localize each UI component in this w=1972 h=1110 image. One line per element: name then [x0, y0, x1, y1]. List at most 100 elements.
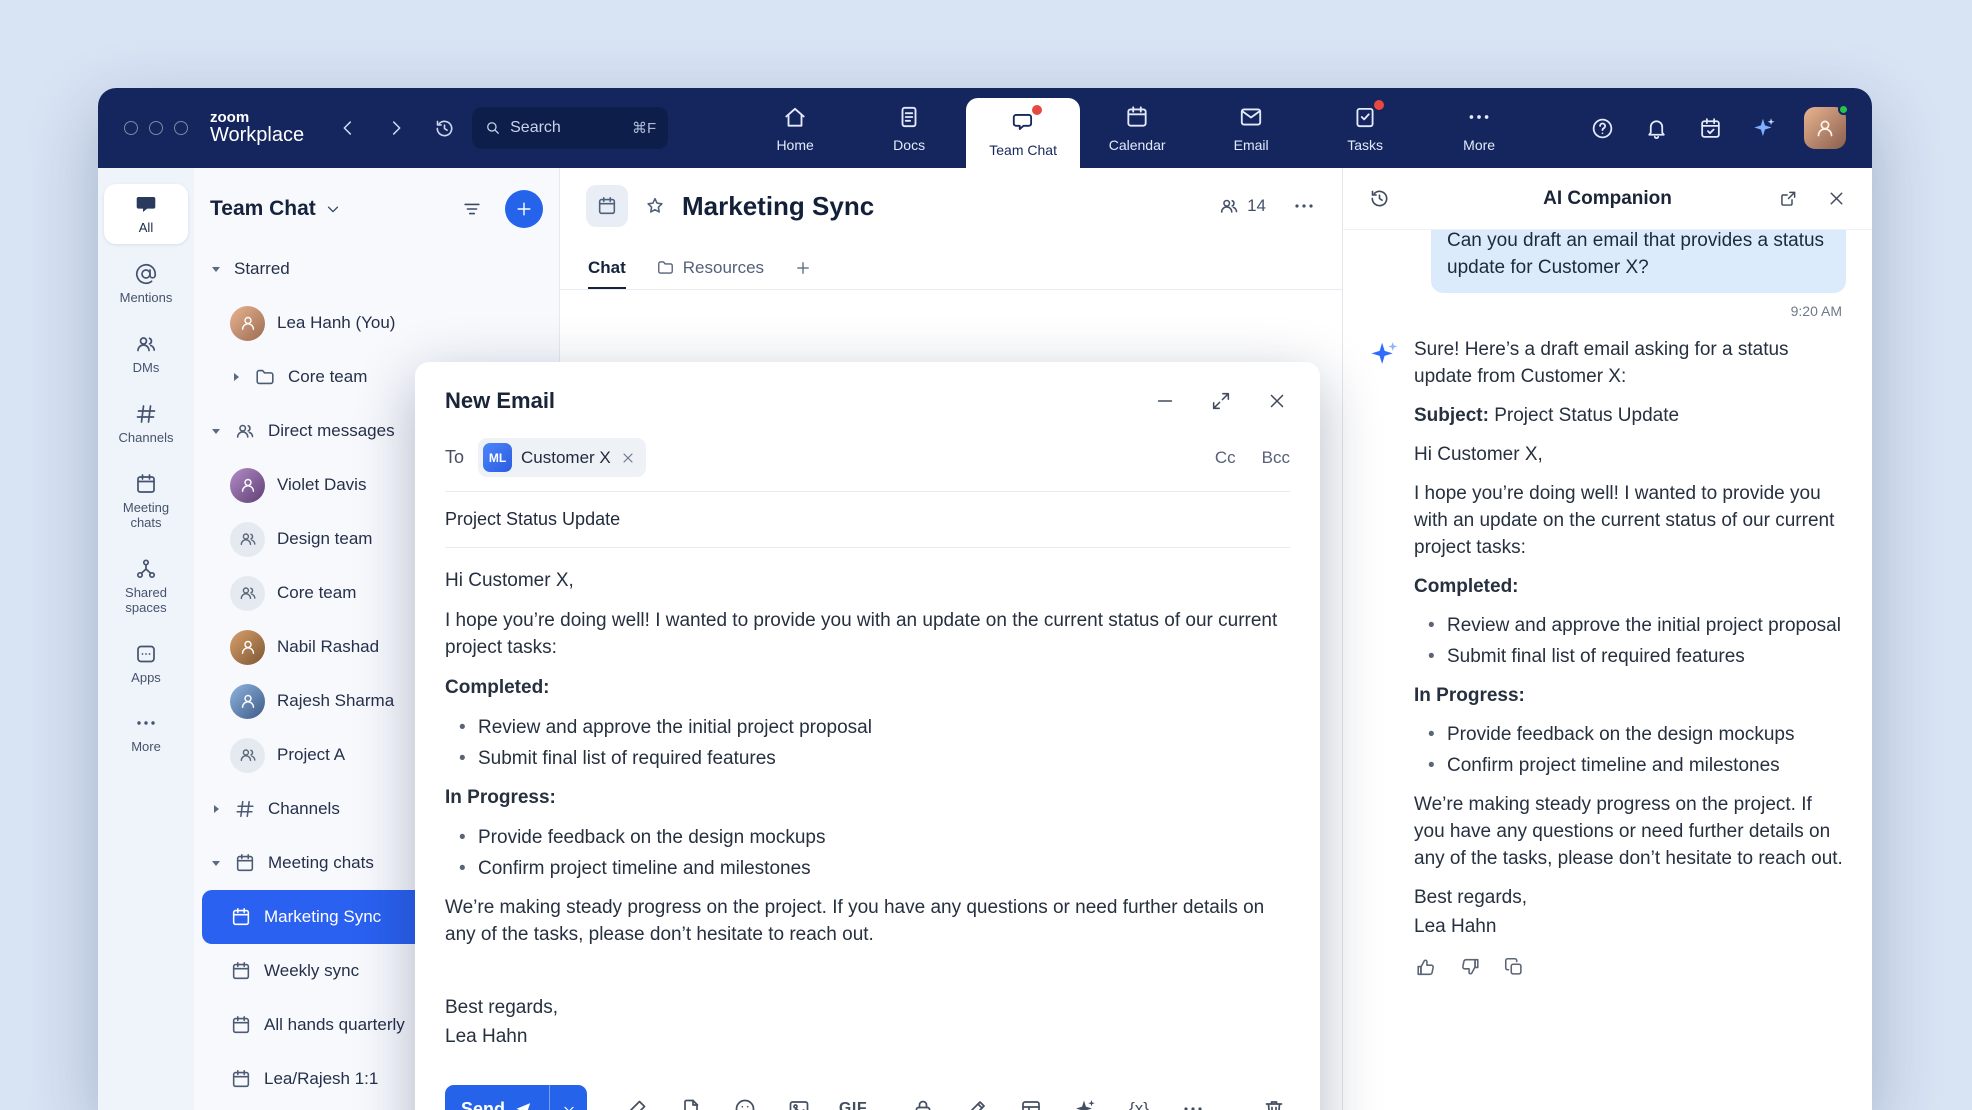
- chat-item-name: Lea Hanh (You): [277, 313, 395, 333]
- avatar: [230, 684, 265, 719]
- filter-button[interactable]: [457, 194, 487, 224]
- member-count-button[interactable]: 14: [1218, 195, 1266, 217]
- window-minimize-button[interactable]: [149, 121, 163, 135]
- thumbs-up-button[interactable]: [1414, 955, 1438, 979]
- content-row: All Mentions DMs Channels Meeting chats …: [98, 168, 1872, 1110]
- window-close-button[interactable]: [124, 121, 138, 135]
- help-button[interactable]: [1588, 114, 1616, 142]
- apps-icon: [134, 642, 158, 666]
- ai-open-external-button[interactable]: [1774, 185, 1802, 213]
- calendar-quick-button[interactable]: [1696, 114, 1724, 142]
- nav-more[interactable]: More: [1422, 88, 1536, 168]
- lock-icon: [911, 1097, 935, 1110]
- ai-companion-button[interactable]: [1750, 114, 1778, 142]
- ai-close-button[interactable]: [1822, 185, 1850, 213]
- back-button[interactable]: [334, 114, 362, 142]
- more-tools-button[interactable]: [1177, 1093, 1209, 1110]
- nav-docs[interactable]: Docs: [852, 88, 966, 168]
- recipient-name: Customer X: [521, 448, 611, 468]
- meeting-calendar-icon: [230, 906, 252, 928]
- chevron-down-icon: [324, 200, 342, 218]
- edit-button[interactable]: [961, 1093, 993, 1110]
- chat-item-name: Core team: [277, 583, 356, 603]
- signature-button[interactable]: [621, 1093, 653, 1110]
- chat-item-lea-hanh[interactable]: Lea Hanh (You): [194, 296, 559, 350]
- discard-draft-button[interactable]: [1258, 1093, 1290, 1110]
- rail-item-meeting-chats[interactable]: Meeting chats: [104, 464, 188, 539]
- send-button[interactable]: Send: [445, 1085, 549, 1110]
- rail-item-dms[interactable]: DMs: [104, 324, 188, 384]
- rail-item-channels[interactable]: Channels: [104, 394, 188, 454]
- rail-item-more[interactable]: More: [104, 703, 188, 763]
- remove-recipient-icon[interactable]: [620, 450, 636, 466]
- nav-calendar[interactable]: Calendar: [1080, 88, 1194, 168]
- add-tab-button[interactable]: [794, 244, 812, 289]
- layout-button[interactable]: [1015, 1093, 1047, 1110]
- nav-label: Email: [1234, 137, 1269, 153]
- close-button[interactable]: [1264, 388, 1290, 414]
- copy-button[interactable]: [1502, 955, 1526, 979]
- send-options-button[interactable]: [549, 1085, 587, 1110]
- ai-history-button[interactable]: [1365, 185, 1393, 213]
- chat-list-dropdown[interactable]: [324, 200, 342, 218]
- send-button-group: Send: [445, 1085, 587, 1110]
- person-icon: [238, 637, 258, 657]
- variables-button[interactable]: {x}: [1123, 1093, 1155, 1110]
- list-item: Submit final list of required features: [459, 746, 1290, 773]
- nav-email[interactable]: Email: [1194, 88, 1308, 168]
- thumbs-down-icon: [1459, 956, 1481, 978]
- nav-tasks[interactable]: Tasks: [1308, 88, 1422, 168]
- person-icon: [238, 313, 258, 333]
- new-chat-button[interactable]: [505, 190, 543, 228]
- channel-more-button[interactable]: [1292, 194, 1316, 218]
- history-button[interactable]: [430, 114, 458, 142]
- rail-label: All: [139, 221, 153, 236]
- rail-item-all[interactable]: All: [104, 184, 188, 244]
- rail-item-apps[interactable]: Apps: [104, 634, 188, 694]
- encrypt-button[interactable]: [907, 1093, 939, 1110]
- forward-button[interactable]: [382, 114, 410, 142]
- attach-file-button[interactable]: [675, 1093, 707, 1110]
- section-label: Direct messages: [268, 421, 395, 441]
- gif-button[interactable]: GIF: [837, 1093, 869, 1110]
- plus-icon: [514, 199, 534, 219]
- profile-avatar[interactable]: [1804, 107, 1846, 149]
- subject-value: Project Status Update: [445, 509, 620, 530]
- email-body-editor[interactable]: Hi Customer X, I hope you’re doing well!…: [415, 548, 1320, 1067]
- search-input[interactable]: Search ⌘F: [472, 107, 668, 149]
- window-zoom-button[interactable]: [174, 121, 188, 135]
- bcc-button[interactable]: Bcc: [1262, 448, 1290, 468]
- nav-label: Calendar: [1109, 137, 1166, 153]
- section-starred[interactable]: Starred: [194, 242, 559, 296]
- signature-pen-icon: [625, 1097, 649, 1110]
- insert-image-button[interactable]: [783, 1093, 815, 1110]
- rail-item-mentions[interactable]: Mentions: [104, 254, 188, 314]
- notifications-button[interactable]: [1642, 114, 1670, 142]
- rail-label: Channels: [119, 431, 174, 446]
- star-channel-button[interactable]: [640, 191, 670, 221]
- ai-inprogress-header: In Progress:: [1414, 683, 1846, 710]
- email-icon: [1238, 104, 1264, 130]
- tab-resources[interactable]: Resources: [656, 244, 764, 289]
- minimize-button[interactable]: [1152, 388, 1178, 414]
- resources-folder-icon: [656, 258, 675, 277]
- subject-field[interactable]: Project Status Update: [445, 492, 1290, 548]
- nav-home[interactable]: Home: [738, 88, 852, 168]
- list-item: Provide feedback on the design mockups: [459, 825, 1290, 852]
- nav-team-chat[interactable]: Team Chat: [966, 98, 1080, 168]
- tab-chat[interactable]: Chat: [588, 244, 626, 289]
- member-count: 14: [1247, 196, 1266, 216]
- primary-nav: Home Docs Team Chat Calendar Email: [738, 88, 1536, 168]
- ai-inprogress-list: Provide feedback on the design mockups C…: [1414, 722, 1846, 780]
- thumbs-down-button[interactable]: [1458, 955, 1482, 979]
- expand-button[interactable]: [1208, 388, 1234, 414]
- people-icon: [134, 332, 158, 356]
- recipient-chip[interactable]: ML Customer X: [478, 438, 646, 477]
- meeting-calendar-icon: [234, 852, 256, 874]
- nav-label: More: [1463, 137, 1495, 153]
- rail-label: More: [131, 740, 161, 755]
- cc-button[interactable]: Cc: [1215, 448, 1236, 468]
- ai-compose-button[interactable]: [1069, 1093, 1101, 1110]
- rail-item-shared-spaces[interactable]: Shared spaces: [104, 549, 188, 624]
- emoji-button[interactable]: [729, 1093, 761, 1110]
